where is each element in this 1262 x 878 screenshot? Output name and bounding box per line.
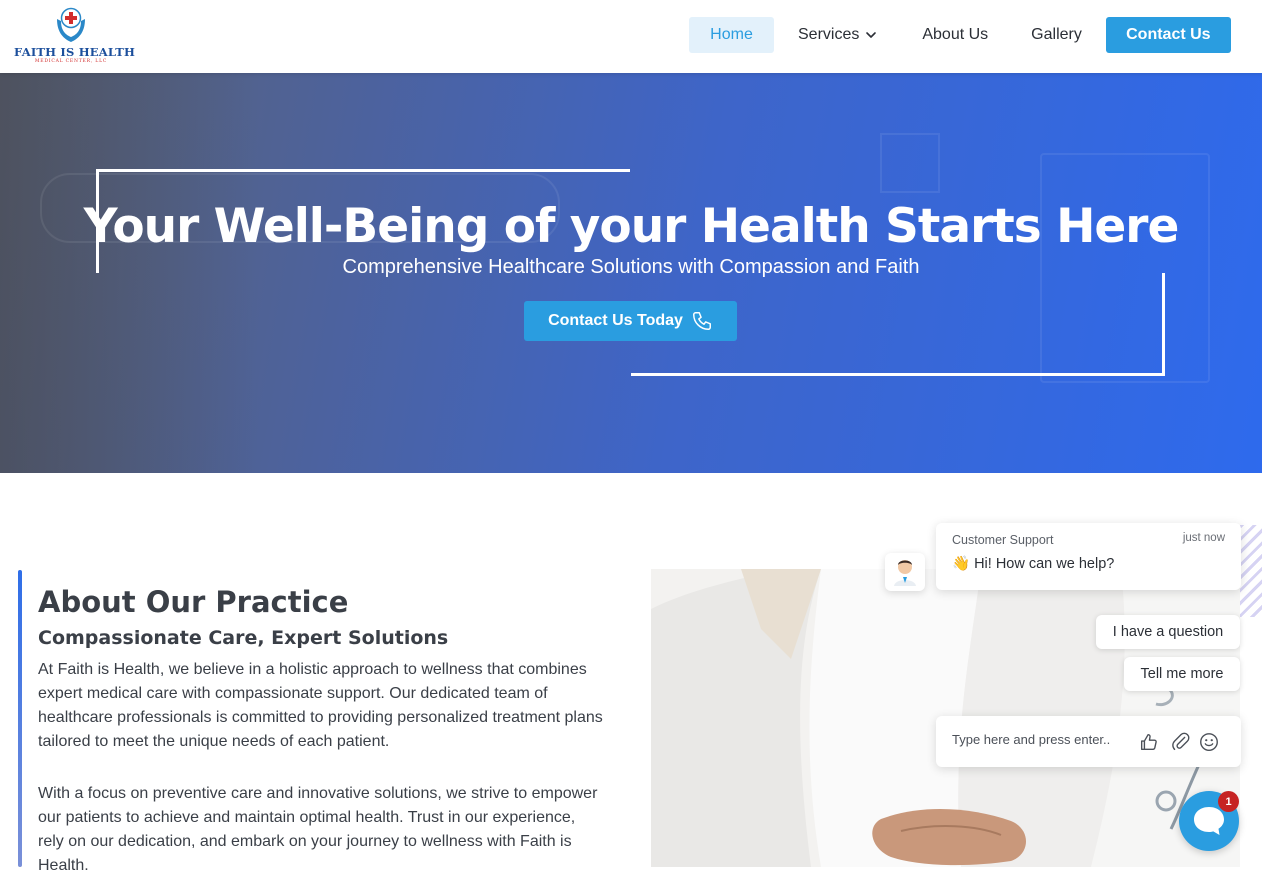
hero-background-shape (880, 133, 940, 193)
chat-greeting-bubble: Customer Support just now 👋 Hi! How can … (936, 523, 1241, 590)
logo-tagline: MEDICAL CENTER, LLC (34, 59, 108, 64)
support-agent-avatar (885, 553, 925, 591)
nav-gallery[interactable]: Gallery (1011, 17, 1102, 53)
nav-home[interactable]: Home (689, 17, 774, 53)
chat-unread-badge: 1 (1218, 791, 1239, 812)
logo-wordmark: FAITH IS HEALTH (14, 45, 136, 59)
chat-message: 👋 Hi! How can we help? (952, 556, 1115, 572)
nav-services-label: Services (798, 26, 860, 43)
chat-message-input[interactable] (952, 732, 1132, 747)
hero-subtitle: Comprehensive Healthcare Solutions with … (342, 256, 920, 278)
site-logo[interactable]: FAITH IS HEALTH MEDICAL CENTER, LLC (14, 5, 136, 67)
decorative-stripes (1240, 525, 1262, 617)
about-title: About Our Practice (38, 585, 349, 619)
chat-option-tell-more[interactable]: Tell me more (1124, 657, 1240, 691)
chevron-down-icon (866, 32, 877, 38)
contact-us-today-button[interactable]: Contact Us Today (524, 301, 737, 341)
about-subtitle: Compassionate Care, Expert Solutions (38, 627, 449, 649)
hands-cross-icon (57, 7, 85, 42)
nav-services[interactable]: Services (778, 17, 897, 53)
chat-agent-name: Customer Support (952, 533, 1054, 547)
chat-timestamp: just now (1182, 532, 1225, 544)
emoji-icon[interactable] (1198, 731, 1220, 753)
agent-avatar-icon (894, 560, 916, 586)
about-paragraph: With a focus on preventive care and inno… (38, 785, 598, 874)
about-paragraph: At Faith is Health, we believe in a holi… (38, 661, 603, 750)
site-header: FAITH IS HEALTH MEDICAL CENTER, LLC Home… (0, 0, 1262, 73)
main-nav: Home Services About Us Gallery Contact U… (689, 17, 1231, 53)
hero-frame-line (96, 169, 630, 172)
hero-title: Your Well-Being of your Health Starts He… (83, 199, 1180, 254)
hero-banner: Your Well-Being of your Health Starts He… (0, 73, 1262, 473)
about-accent-bar (18, 570, 22, 867)
nav-about-us[interactable]: About Us (902, 17, 1008, 53)
paperclip-icon[interactable] (1170, 731, 1192, 753)
chat-input-bar (936, 716, 1241, 767)
phone-icon (692, 312, 711, 330)
nav-contact-us-button[interactable]: Contact Us (1105, 17, 1231, 53)
chat-option-question[interactable]: I have a question (1096, 615, 1240, 649)
hero-cta-label: Contact Us Today (548, 312, 683, 329)
hero-frame-line (1162, 273, 1165, 376)
thumbs-up-icon[interactable] (1138, 731, 1160, 753)
hero-frame-line (631, 373, 1165, 376)
